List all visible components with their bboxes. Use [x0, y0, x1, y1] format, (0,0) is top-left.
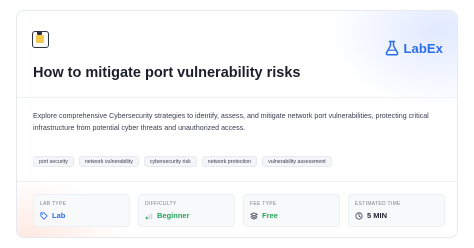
- tag-port-security[interactable]: port security: [33, 156, 74, 167]
- meta-value-row: Lab: [40, 211, 123, 220]
- tag-network-vulnerability[interactable]: network vulnerability: [78, 156, 139, 167]
- meta-fee-type: FEE TYPE Free: [243, 194, 340, 227]
- meta-value-row: Beginner: [145, 211, 228, 220]
- meta-difficulty: DIFFICULTY Beginner: [138, 194, 235, 227]
- lab-icon: [32, 31, 49, 48]
- logo-text: LabEx: [403, 40, 443, 56]
- flask-icon: [386, 40, 399, 56]
- meta-estimated-time: ESTIMATED TIME 5 MIN: [348, 194, 445, 227]
- labex-logo[interactable]: LabEx: [384, 40, 443, 56]
- tag-icon: [40, 211, 48, 220]
- meta-value: Beginner: [157, 211, 190, 220]
- meta-label: DIFFICULTY: [145, 201, 177, 207]
- divider: [17, 181, 457, 182]
- meta-lab-type: LAB TYPE Lab: [33, 194, 130, 227]
- lab-card[interactable]: LabEx How to mitigate port vulnerability…: [16, 10, 458, 238]
- meta-info: LAB TYPE Lab DIFFICULTY Beginner FEE TYP…: [33, 194, 445, 227]
- tag-cybersecurity-risk[interactable]: cybersecurity risk: [143, 156, 197, 167]
- tag-list: port security network vulnerability cybe…: [33, 156, 332, 167]
- meta-label: ESTIMATED TIME: [355, 201, 401, 207]
- meta-value: 5 MIN: [367, 211, 388, 220]
- meta-value: Free: [262, 211, 278, 220]
- meta-value-row: Free: [250, 211, 333, 220]
- tag-network-protection[interactable]: network protection: [201, 156, 258, 167]
- lab-description: Explore comprehensive Cybersecurity stra…: [33, 112, 429, 132]
- clock-icon: [355, 211, 363, 220]
- difficulty-bars-icon: [145, 213, 153, 219]
- divider: [17, 97, 457, 98]
- tag-vulnerability-assessment[interactable]: vulnerability assessment: [262, 156, 332, 167]
- page-title: How to mitigate port vulnerability risks: [33, 65, 301, 81]
- meta-value-row: 5 MIN: [355, 211, 438, 220]
- meta-label: FEE TYPE: [250, 201, 277, 207]
- layers-icon: [250, 211, 258, 220]
- meta-value: Lab: [52, 211, 66, 220]
- meta-label: LAB TYPE: [40, 201, 67, 207]
